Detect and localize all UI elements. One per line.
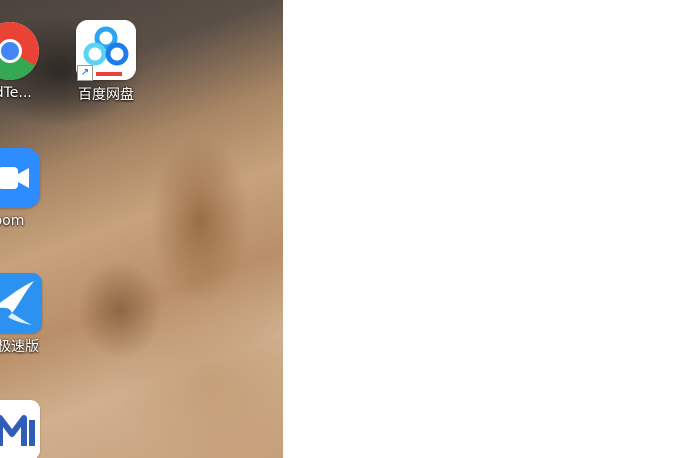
bird-app-icon — [0, 273, 42, 333]
desktop-wallpaper: ledTe... ↗ 百度网盘 oom — [0, 0, 283, 458]
desktop-icon-label: 极速版 — [0, 339, 39, 355]
blank-window-area — [283, 0, 682, 458]
m-app-icon — [0, 400, 40, 458]
desktop-icon-label: oom — [0, 213, 25, 229]
desktop-icon-m-app[interactable] — [0, 0, 80, 458]
zoom-icon — [0, 148, 40, 208]
